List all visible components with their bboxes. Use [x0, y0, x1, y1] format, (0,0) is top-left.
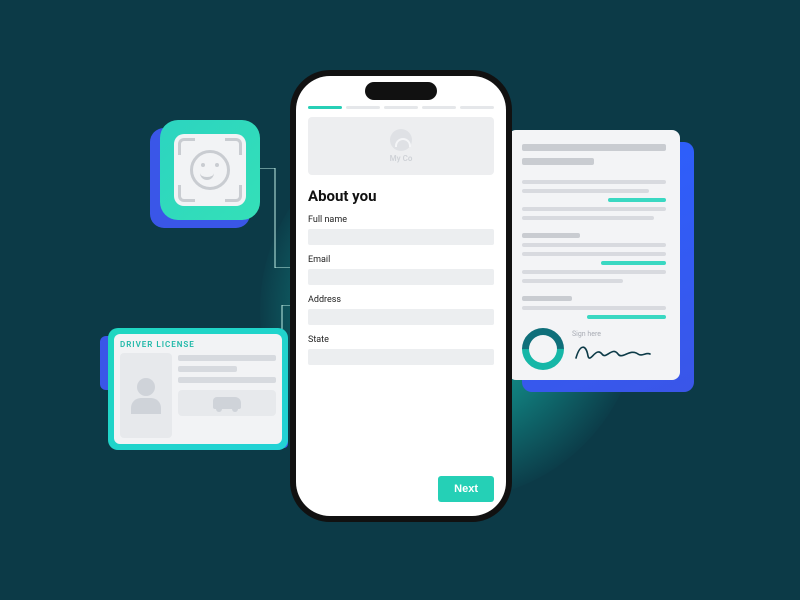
email-input[interactable]: [308, 269, 494, 285]
brand-logo-icon: [390, 129, 412, 151]
doc-heading-line: [522, 158, 594, 165]
form-title: About you: [308, 187, 494, 205]
illustration-stage: DRIVER LICENSE: [0, 0, 800, 600]
doc-heading-line: [522, 144, 666, 151]
phone-frame: My Co About you Full name Email Address …: [290, 70, 512, 522]
address-label: Address: [308, 295, 494, 305]
brand-header: My Co: [308, 117, 494, 175]
phone-screen: My Co About you Full name Email Address …: [308, 106, 494, 502]
full-name-label: Full name: [308, 215, 494, 225]
state-label: State: [308, 335, 494, 345]
driver-license-card: DRIVER LICENSE: [108, 328, 288, 450]
signature-icon: [572, 340, 652, 364]
document-card: Sign here: [508, 130, 680, 380]
email-label: Email: [308, 255, 494, 265]
driver-license-title: DRIVER LICENSE: [120, 340, 276, 349]
license-photo-icon: [120, 353, 172, 438]
faceid-icon: [174, 134, 246, 206]
license-info-lines: [178, 353, 276, 438]
phone-notch: [365, 82, 437, 100]
full-name-input[interactable]: [308, 229, 494, 245]
state-input[interactable]: [308, 349, 494, 365]
signature-label: Sign here: [572, 330, 666, 338]
brand-name: My Co: [390, 154, 413, 163]
next-button[interactable]: Next: [438, 476, 494, 502]
stamp-icon: [513, 319, 572, 378]
faceid-card: [160, 120, 260, 220]
car-icon: [178, 390, 276, 416]
progress-steps: [308, 106, 494, 109]
address-input[interactable]: [308, 309, 494, 325]
